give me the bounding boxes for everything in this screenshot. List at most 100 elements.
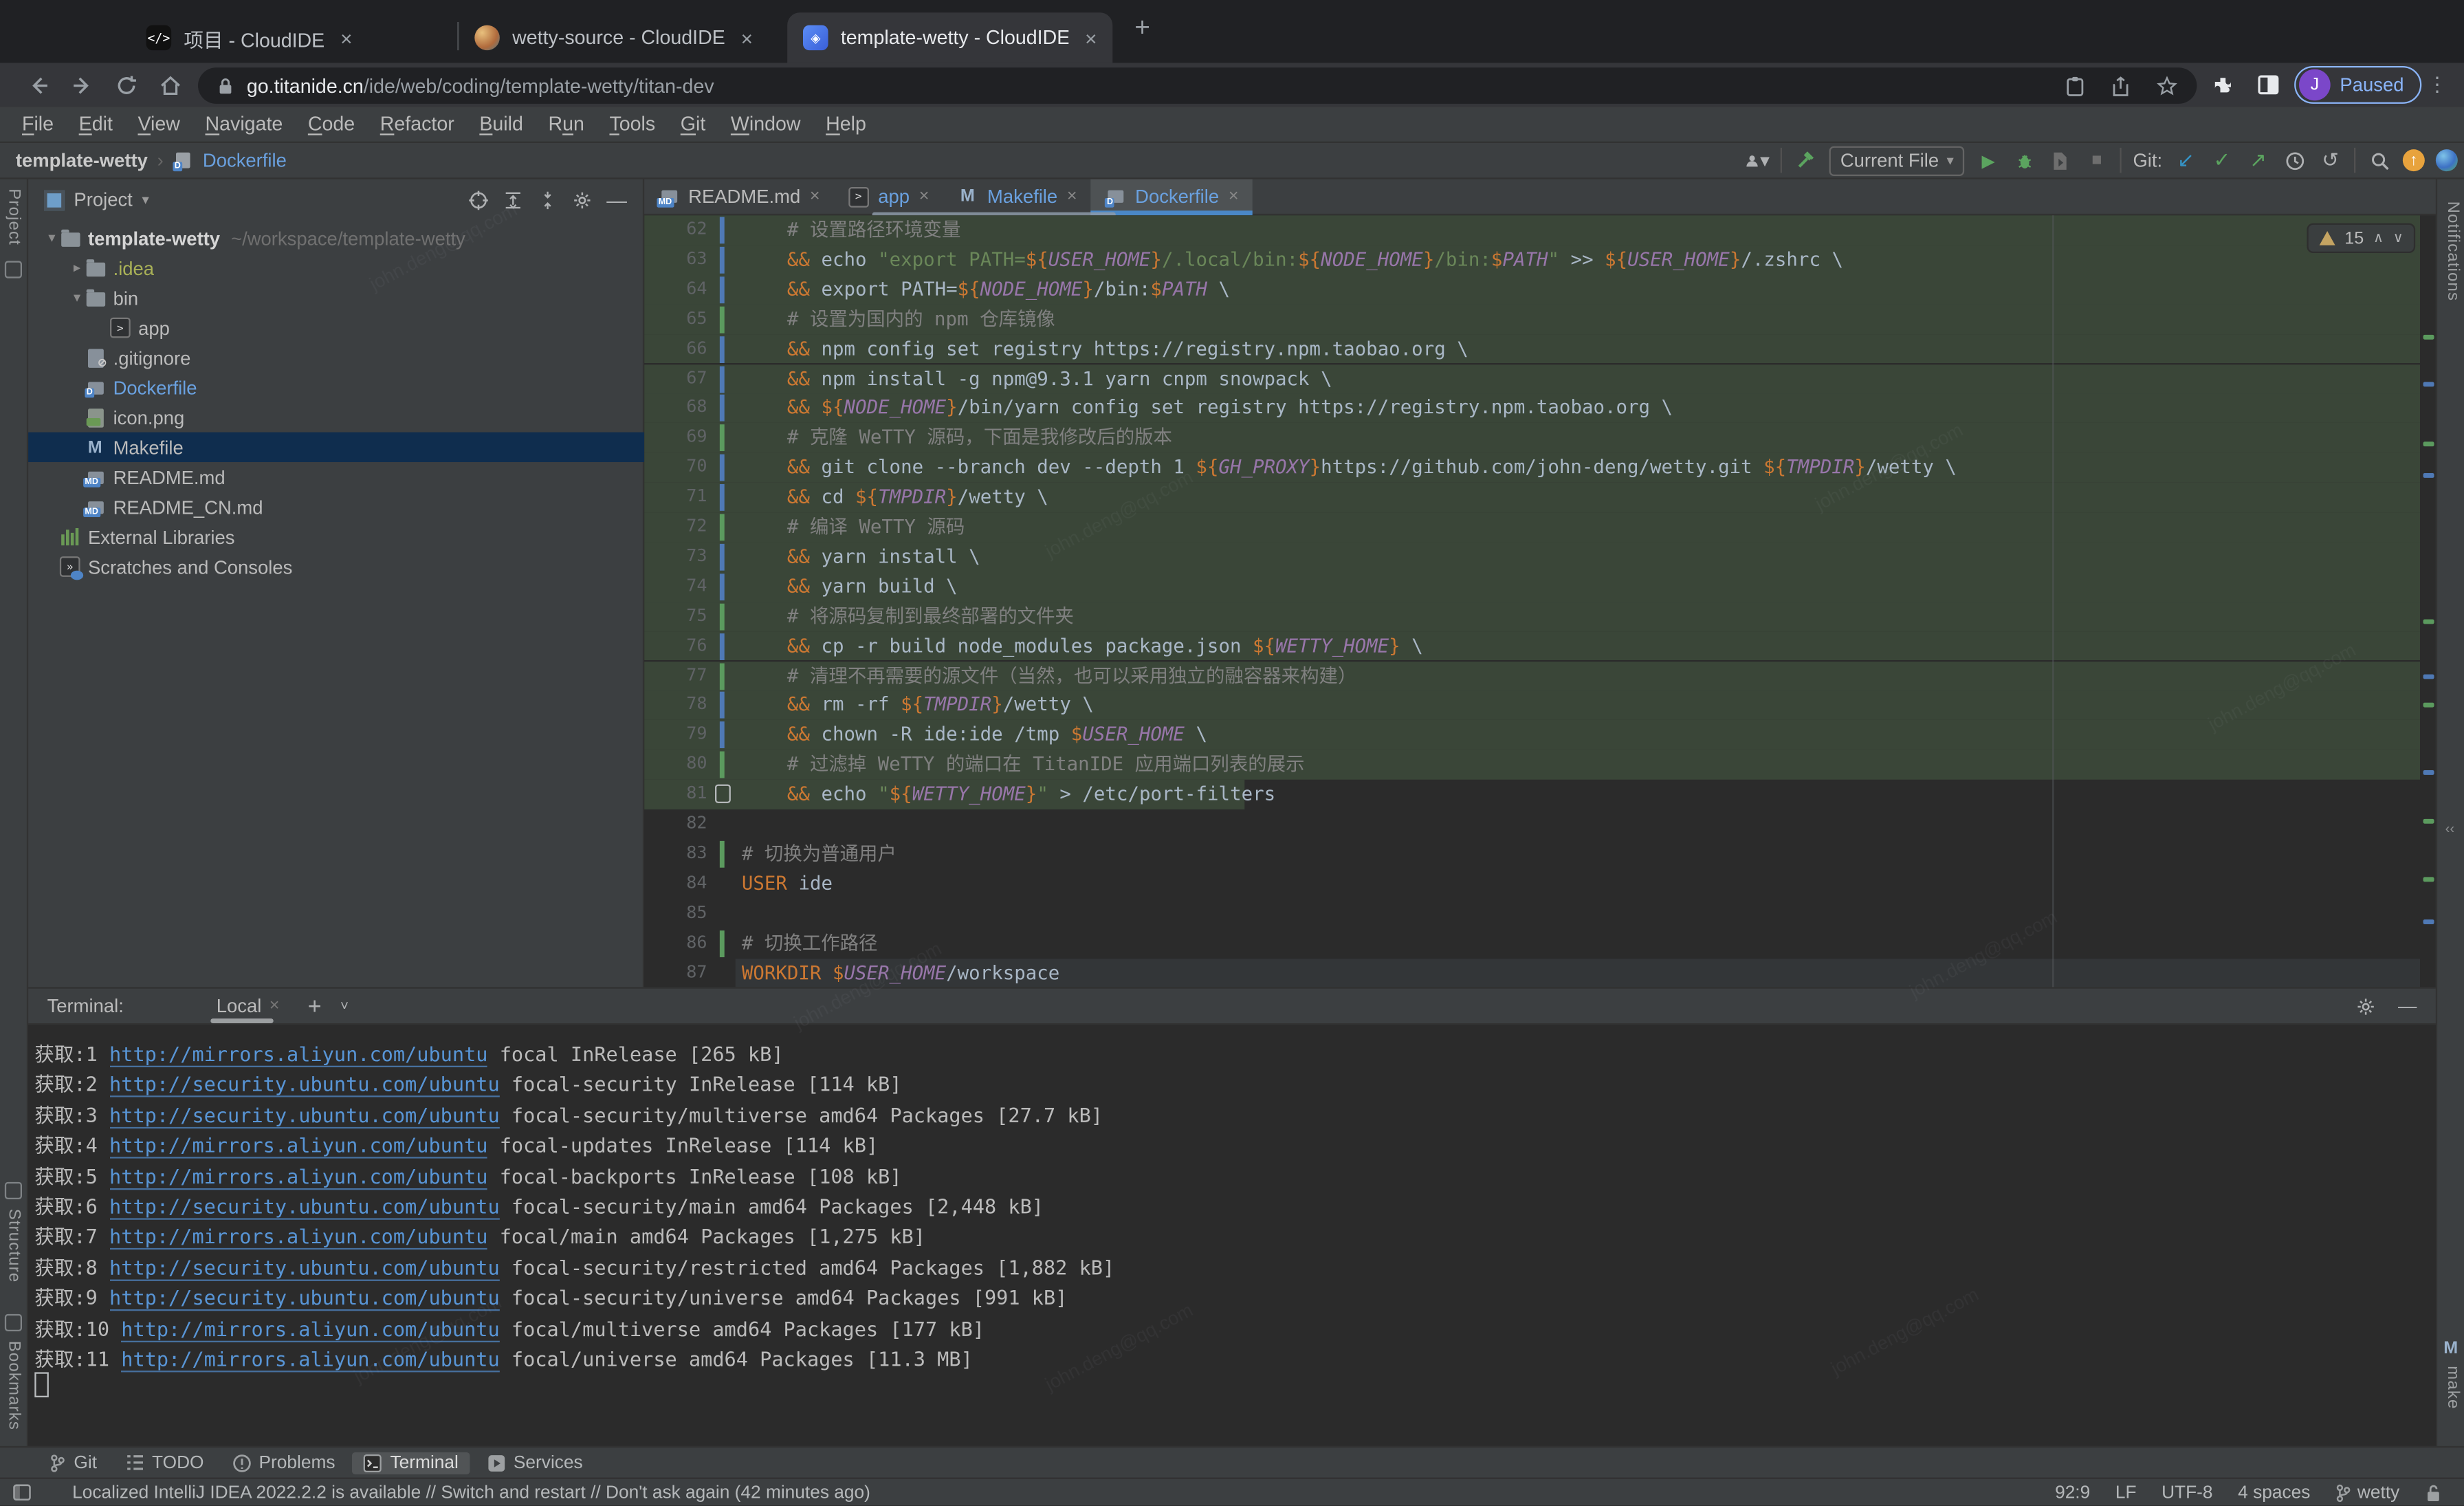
tab-close-icon[interactable]: × [741, 26, 753, 50]
menu-tools[interactable]: Tools [597, 113, 668, 135]
tree-item-icon.png[interactable]: icon.png [28, 402, 685, 432]
profile-chip[interactable]: J Paused [2294, 66, 2421, 104]
toolwindow-button-terminal[interactable]: Terminal [353, 1452, 470, 1474]
collapse-all-icon[interactable] [538, 189, 558, 210]
terminal-url-link[interactable]: http://security.ubuntu.com/ubuntu [109, 1073, 500, 1098]
side-panel-icon[interactable] [2252, 69, 2283, 101]
breadcrumb-project[interactable]: template-wetty [16, 149, 148, 171]
stripe-bookmarks-button[interactable]: Bookmarks [5, 1341, 23, 1430]
toolwindow-button-problems[interactable]: Problems [221, 1452, 346, 1474]
history-clock-icon[interactable] [2282, 148, 2307, 173]
git-push-icon[interactable]: ↗ [2245, 148, 2271, 173]
hide-stripe-chevron-icon[interactable]: ‹‹ [2445, 820, 2455, 836]
search-icon[interactable] [2366, 148, 2392, 173]
tree-item-Dockerfile[interactable]: DDockerfile [28, 373, 685, 402]
unlock-icon[interactable] [2425, 1483, 2442, 1502]
tree-chevron-icon[interactable]: ▾ [44, 230, 60, 247]
extensions-puzzle-icon[interactable] [2206, 69, 2238, 101]
browser-tab-3[interactable]: ◈template-wetty - CloudIDE× [787, 12, 1112, 63]
menu-code[interactable]: Code [296, 113, 368, 135]
terminal-tab-close-icon[interactable]: × [270, 996, 280, 1015]
stripe-structure-button[interactable]: Structure [5, 1209, 23, 1283]
caret-position[interactable]: 92:9 [2055, 1483, 2090, 1502]
debug-bug-icon[interactable] [2012, 148, 2037, 173]
stripe-mark[interactable] [2423, 473, 2434, 478]
stripe-mark[interactable] [2423, 382, 2434, 386]
menu-help[interactable]: Help [813, 113, 879, 135]
terminal-url-link[interactable]: http://mirrors.aliyun.com/ubuntu [121, 1347, 499, 1373]
stripe-make-button[interactable]: make [2443, 1366, 2462, 1409]
menu-file[interactable]: File [10, 113, 67, 135]
stripe-mark[interactable] [2423, 770, 2434, 775]
expand-all-icon[interactable] [503, 189, 523, 210]
tree-item-Makefile[interactable]: MMakefile [28, 433, 685, 462]
reload-icon[interactable] [110, 69, 142, 101]
stripe-mark[interactable] [2423, 441, 2434, 446]
hide-panel-minus-icon[interactable]: — [606, 188, 627, 211]
stripe-notifications-button[interactable]: Notifications [2443, 201, 2462, 302]
terminal-url-link[interactable]: http://mirrors.aliyun.com/ubuntu [109, 1133, 487, 1159]
terminal-dropdown-chevron-icon[interactable]: ˅ [340, 998, 349, 1014]
share-icon[interactable] [2111, 75, 2131, 97]
browser-menu-dots-icon[interactable]: ⋮ [2421, 69, 2453, 101]
line-separator[interactable]: LF [2115, 1483, 2137, 1502]
update-available-icon[interactable]: ↑ [2403, 149, 2425, 171]
window-icon[interactable] [12, 1484, 31, 1501]
terminal-url-link[interactable]: http://mirrors.aliyun.com/ubuntu [121, 1317, 499, 1342]
next-warning-icon[interactable]: ∨ [2393, 230, 2404, 247]
git-branch-widget[interactable]: wetty [2335, 1483, 2399, 1502]
terminal-minimize-icon[interactable]: — [2398, 995, 2417, 1017]
run-icon[interactable]: ▶ [1976, 148, 2001, 173]
stripe-mark[interactable] [2423, 703, 2434, 708]
menu-window[interactable]: Window [718, 113, 813, 135]
editor-tab-readme.md[interactable]: MDREADME.md× [644, 179, 834, 214]
mac-close-button[interactable] [54, 21, 74, 41]
build-hammer-icon[interactable] [1793, 148, 1818, 173]
breadcrumb-file[interactable]: Dockerfile [203, 149, 287, 171]
terminal-output[interactable]: 获取:1 http://mirrors.aliyun.com/ubuntu fo… [28, 1025, 2436, 1446]
stripe-mark[interactable] [2423, 877, 2434, 882]
tree-item-ScratchesandConsoles[interactable]: »Scratches and Consoles [28, 552, 660, 581]
menu-refactor[interactable]: Refactor [367, 113, 467, 135]
menu-view[interactable]: View [125, 113, 192, 135]
tree-item-README.md[interactable]: MDREADME.md [28, 462, 685, 492]
tree-item-ExternalLibraries[interactable]: External Libraries [28, 522, 660, 552]
git-update-icon[interactable]: ↙ [2173, 148, 2199, 173]
stripe-mark[interactable] [2423, 620, 2434, 624]
new-tab-button[interactable]: + [1134, 12, 1150, 44]
address-bar[interactable]: go.titanide.cn/ide/web/coding/template-w… [198, 67, 2197, 104]
terminal-url-link[interactable]: http://security.ubuntu.com/ubuntu [109, 1256, 500, 1281]
code-editor[interactable]: 62 # 设置路径环境变量63 && echo "export PATH=${U… [644, 215, 2420, 987]
indent-setting[interactable]: 4 spaces [2238, 1483, 2310, 1502]
stripe-mark[interactable] [2423, 335, 2434, 340]
panel-settings-gear-icon[interactable] [572, 189, 593, 210]
mac-zoom-button[interactable] [110, 21, 131, 41]
forward-icon[interactable] [66, 69, 98, 101]
code-with-me-sphere-icon[interactable] [2436, 149, 2458, 171]
toolwindow-button-todo[interactable]: TODO [114, 1452, 214, 1474]
tree-item-bin[interactable]: ▾bin [28, 283, 685, 312]
run-configuration-select[interactable]: Current File▾ [1829, 145, 1965, 175]
toolwindow-button-services[interactable]: Services [476, 1452, 594, 1474]
tab-close-icon[interactable]: × [810, 187, 820, 206]
locate-target-icon[interactable] [468, 189, 489, 210]
git-commit-check-icon[interactable]: ✓ [2210, 148, 2235, 173]
status-message[interactable]: Localized IntelliJ IDEA 2022.2.2 is avai… [72, 1483, 870, 1502]
stripe-mark[interactable] [2423, 919, 2434, 924]
menu-git[interactable]: Git [668, 113, 718, 135]
terminal-settings-gear-icon[interactable] [2355, 996, 2376, 1016]
tab-close-icon[interactable]: × [1229, 187, 1239, 206]
file-encoding[interactable]: UTF-8 [2162, 1483, 2213, 1502]
terminal-url-link[interactable]: http://security.ubuntu.com/ubuntu [109, 1194, 500, 1220]
editor-tab-makefile[interactable]: MMakefile× [943, 179, 1091, 214]
prev-warning-icon[interactable]: ∧ [2373, 230, 2384, 247]
terminal-url-link[interactable]: http://mirrors.aliyun.com/ubuntu [109, 1225, 487, 1250]
tab-close-icon[interactable]: × [1085, 26, 1097, 50]
terminal-url-link[interactable]: http://security.ubuntu.com/ubuntu [109, 1286, 500, 1311]
home-icon[interactable] [154, 69, 186, 101]
tree-item-app[interactable]: >app [28, 313, 710, 342]
tree-item-.gitignore[interactable]: ⊘.gitignore [28, 342, 685, 372]
breadcrumb[interactable]: template-wetty › D Dockerfile [16, 143, 287, 177]
new-terminal-plus-icon[interactable]: + [308, 992, 322, 1019]
tree-item-README_CN.md[interactable]: MDREADME_CN.md [28, 492, 685, 521]
